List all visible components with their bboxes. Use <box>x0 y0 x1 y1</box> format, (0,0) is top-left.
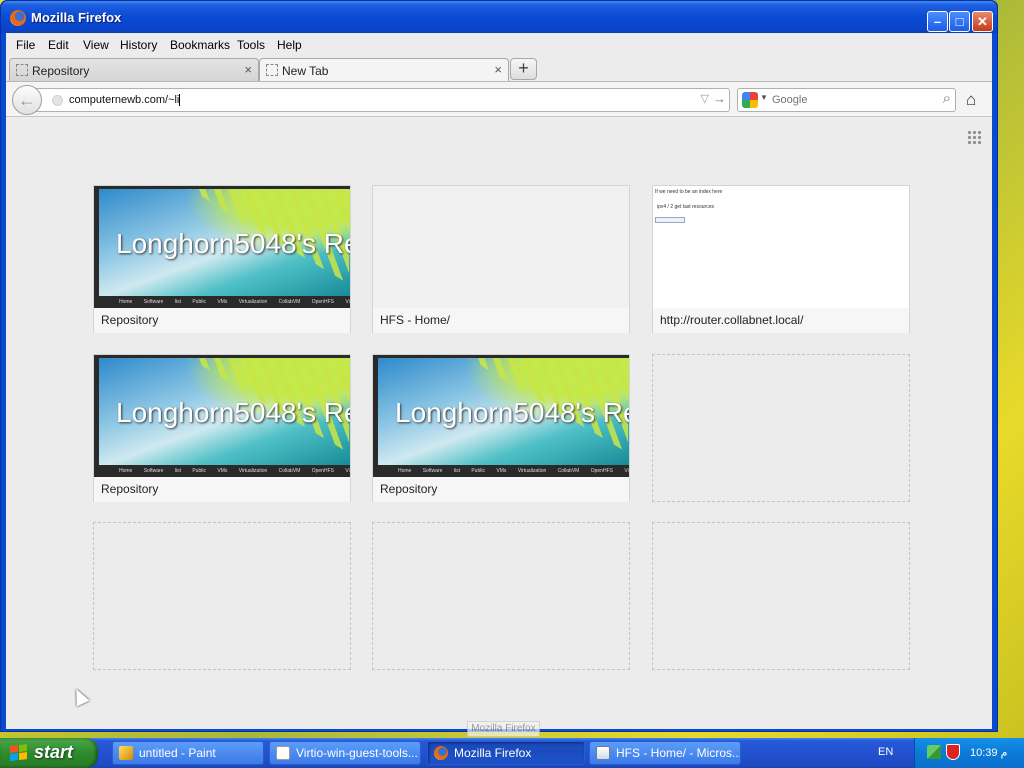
paint-icon <box>119 746 133 760</box>
new-tab-page: Longhorn5048's Re Home Software list Pub… <box>6 117 992 729</box>
site-tile[interactable]: Longhorn5048's Re Home Software list Pub… <box>372 354 630 502</box>
navigation-toolbar: computernewb.com/~li ▽ → ← ▼ ⌕ ⌂ <box>6 81 992 117</box>
window-title: Mozilla Firefox <box>31 10 122 25</box>
window-client-area: File Edit View History Bookmarks Tools H… <box>6 33 992 729</box>
thumbnail-nav: Home Software list Public VMs Virtualiza… <box>378 465 629 477</box>
tile-thumbnail <box>373 186 629 308</box>
firefox-logo-icon <box>10 10 26 26</box>
site-tile[interactable]: HFS - Home/ <box>372 185 630 333</box>
blank-page-icon <box>16 64 28 76</box>
url-history-dropdown-icon[interactable]: ▽ <box>701 92 709 105</box>
firefox-logo-icon <box>434 746 448 760</box>
tab-new-tab[interactable]: New Tab × <box>259 58 509 82</box>
tile-thumbnail: Longhorn5048's Re Home Software list Pub… <box>373 355 629 477</box>
maximize-button[interactable]: □ <box>949 11 970 32</box>
taskbar-item-label: Mozilla Firefox <box>454 746 532 760</box>
menu-edit[interactable]: Edit <box>48 38 69 52</box>
minimize-button[interactable]: – <box>927 11 948 32</box>
menu-tools[interactable]: Tools <box>237 38 265 52</box>
menu-history[interactable]: History <box>120 38 157 52</box>
thumbnail-text: If we need to be an index here <box>655 189 723 195</box>
empty-tile <box>93 522 351 670</box>
taskbar-item-hfs-ie[interactable]: HFS - Home/ - Micros... <box>589 741 741 765</box>
language-indicator[interactable]: EN <box>878 746 893 758</box>
empty-tile <box>372 522 630 670</box>
chevron-down-icon[interactable]: ▼ <box>760 93 768 102</box>
tile-caption: http://router.collabnet.local/ <box>653 308 909 333</box>
menu-help[interactable]: Help <box>277 38 302 52</box>
google-icon[interactable] <box>742 92 758 108</box>
thumbnail-nav: Home Software list Public VMs Virtualiza… <box>99 465 350 477</box>
go-arrow-icon[interactable]: → <box>713 91 726 106</box>
tab-repository[interactable]: Repository × <box>9 58 259 82</box>
taskbar-item-label: HFS - Home/ - Micros... <box>616 746 741 760</box>
system-tray: 10:39 م <box>914 738 1024 768</box>
thumbnail-button <box>655 217 685 223</box>
text-caret <box>179 94 181 107</box>
new-tab-button[interactable]: + <box>510 58 537 80</box>
back-button[interactable]: ← <box>12 85 42 115</box>
tile-caption: Repository <box>94 477 350 502</box>
tab-label: Repository <box>32 64 90 78</box>
window-icon <box>276 746 290 760</box>
start-button[interactable]: start <box>0 738 98 768</box>
site-tile[interactable]: Longhorn5048's Re Home Software list Pub… <box>93 185 351 333</box>
thumbnail-text: ipv4 / 2 get last resources <box>657 204 714 210</box>
taskbar-item-firefox[interactable]: Mozilla Firefox <box>427 741 585 765</box>
globe-icon <box>52 95 63 106</box>
thumbnail-nav: Home Software list Public VMs Virtualiza… <box>99 296 350 308</box>
menu-view[interactable]: View <box>83 38 109 52</box>
tile-thumbnail: Longhorn5048's Re Home Software list Pub… <box>94 355 350 477</box>
start-label: start <box>34 742 74 762</box>
taskbar-item-paint[interactable]: untitled - Paint <box>112 741 264 765</box>
thumbnail-title: Longhorn5048's Re <box>395 397 629 428</box>
home-icon[interactable]: ⌂ <box>966 90 976 110</box>
tile-caption: HFS - Home/ <box>373 308 629 333</box>
taskbar: start untitled - Paint Virtio-win-guest-… <box>0 738 1024 768</box>
document-icon <box>596 746 610 760</box>
tile-caption: Repository <box>373 477 629 502</box>
url-bar[interactable]: computernewb.com/~li ▽ → <box>36 88 730 112</box>
url-text: computernewb.com/~li <box>69 94 180 106</box>
thumbnail-title: Longhorn5048's Re <box>116 397 350 428</box>
site-tile[interactable]: Longhorn5048's Re Home Software list Pub… <box>93 354 351 502</box>
title-bar[interactable]: Mozilla Firefox – □ ✕ <box>1 1 997 33</box>
close-button[interactable]: ✕ <box>972 11 993 32</box>
taskbar-item-label: untitled - Paint <box>139 746 216 760</box>
firefox-window: Mozilla Firefox – □ ✕ File Edit View His… <box>0 0 998 732</box>
empty-tile <box>652 354 910 502</box>
tile-caption: Repository <box>94 308 350 333</box>
search-icon[interactable]: ⌕ <box>943 90 951 107</box>
network-icon[interactable] <box>927 745 941 759</box>
security-shield-icon[interactable] <box>946 744 960 760</box>
tab-close-icon[interactable]: × <box>494 62 502 77</box>
search-input[interactable] <box>772 92 932 108</box>
url-input[interactable]: computernewb.com/~li <box>69 94 181 107</box>
blank-page-icon <box>266 64 278 76</box>
clock[interactable]: 10:39 م <box>970 746 1007 759</box>
windows-logo-icon <box>10 744 28 762</box>
tab-strip: Repository × New Tab × + <box>6 57 992 82</box>
tab-label: New Tab <box>282 64 329 78</box>
tab-close-icon[interactable]: × <box>244 62 252 77</box>
taskbar-item-label: Virtio-win-guest-tools... <box>296 746 418 760</box>
empty-tile <box>652 522 910 670</box>
menu-bookmarks[interactable]: Bookmarks <box>170 38 230 52</box>
taskbar-item-virtio[interactable]: Virtio-win-guest-tools... <box>269 741 421 765</box>
tile-thumbnail: Longhorn5048's Re Home Software list Pub… <box>94 186 350 308</box>
menu-file[interactable]: File <box>16 38 35 52</box>
search-bar[interactable]: ▼ ⌕ <box>737 88 956 112</box>
tile-thumbnail: If we need to be an index here ipv4 / 2 … <box>653 186 909 308</box>
taskbar-tooltip: Mozilla Firefox <box>467 721 540 737</box>
grid-icon[interactable] <box>967 130 981 144</box>
thumbnail-title: Longhorn5048's Re <box>116 228 350 259</box>
site-tile[interactable]: If we need to be an index here ipv4 / 2 … <box>652 185 910 333</box>
